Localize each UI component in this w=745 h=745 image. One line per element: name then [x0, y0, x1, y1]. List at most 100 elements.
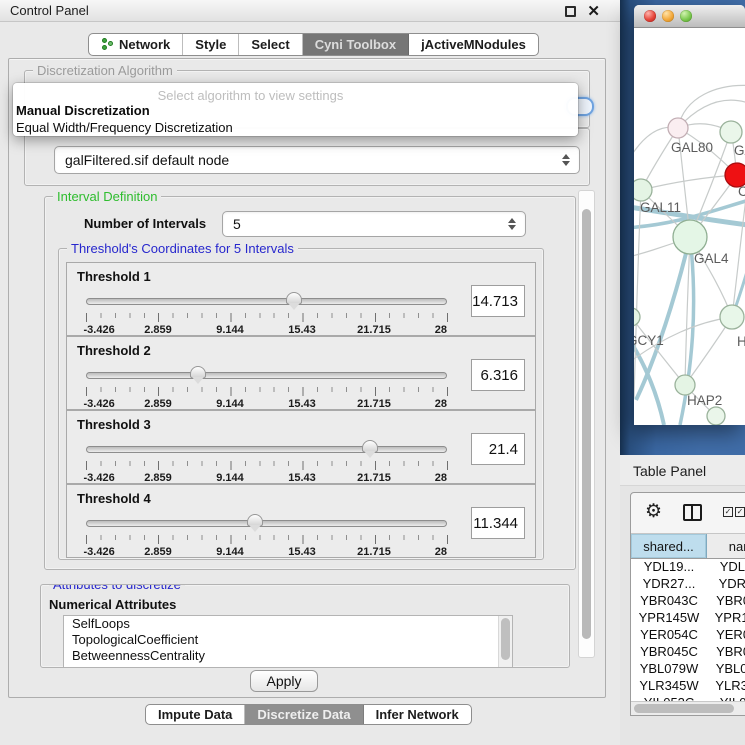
threshold-value-field[interactable]: [471, 359, 525, 391]
slider-ticks: [86, 387, 448, 396]
table-row[interactable]: YBR045CYBR045C: [631, 644, 745, 661]
threshold-slider[interactable]: -3.4262.8599.14415.4321.71528: [86, 291, 447, 335]
numerical-attributes-list[interactable]: SelfLoopsTopologicalCoefficientBetweenne…: [63, 615, 513, 668]
tab-infer-network[interactable]: Infer Network: [364, 705, 471, 724]
tick-label: 15.43: [288, 472, 316, 484]
tab-impute-data[interactable]: Impute Data: [146, 705, 245, 724]
table-header-row: shared...name: [631, 533, 745, 559]
table-cell: YDL19...: [707, 559, 745, 576]
attribute-list-item[interactable]: TopologicalCoefficient: [64, 632, 512, 648]
apply-button[interactable]: Apply: [250, 670, 318, 692]
dropdown-option[interactable]: Equal Width/Frequency Discretization: [16, 120, 233, 135]
table-rows: YDL19...YDL19...YDR27...YDR27...YBR043CY…: [631, 559, 745, 702]
threshold-panel: Threshold 3-3.4262.8599.14415.4321.71528: [66, 410, 536, 484]
attributes-list-scrollbar-thumb[interactable]: [501, 618, 510, 660]
threshold-value-field[interactable]: [471, 507, 525, 539]
attributes-list-scrollbar[interactable]: [498, 616, 512, 668]
table-row[interactable]: YDL19...YDL19...: [631, 559, 745, 576]
algorithm-dropdown-popup: Select algorithm to view settings Manual…: [13, 83, 578, 136]
slider-ticks: [86, 535, 448, 544]
network-node[interactable]: [634, 179, 652, 201]
split-columns-icon[interactable]: [683, 504, 702, 521]
combo-stepper-icon: [562, 154, 571, 166]
table-row[interactable]: YBR043CYBR043C: [631, 593, 745, 610]
network-edge[interactable]: [634, 190, 641, 398]
threshold-slider[interactable]: -3.4262.8599.14415.4321.71528: [86, 513, 447, 557]
tab-label: Style: [195, 37, 226, 52]
tick-label: 2.859: [144, 324, 172, 336]
threshold-value-field[interactable]: [471, 285, 525, 317]
network-node[interactable]: [634, 308, 640, 326]
tab-network[interactable]: Network: [89, 34, 183, 55]
tab-select[interactable]: Select: [239, 34, 302, 55]
table-cell: YER054C: [707, 627, 745, 644]
attribute-list-item[interactable]: SelfLoops: [64, 616, 512, 632]
dropdown-option[interactable]: Manual Discretization: [16, 103, 150, 118]
window-minimize-icon[interactable]: [662, 10, 674, 22]
network-window-titlebar: [634, 5, 745, 28]
table-cell: YDR27...: [707, 576, 745, 593]
slider-track[interactable]: [86, 298, 447, 305]
slider-thumb[interactable]: [247, 514, 263, 526]
network-node[interactable]: [675, 375, 695, 395]
close-icon[interactable]: ✕: [587, 2, 600, 20]
settings-scrollbar[interactable]: [578, 190, 595, 658]
network-node[interactable]: [673, 220, 707, 254]
gear-icon[interactable]: ⚙: [645, 500, 662, 523]
tab-jactivemnodules[interactable]: jActiveMNodules: [409, 34, 538, 55]
network-edge[interactable]: [634, 317, 685, 385]
tick-label: 2.859: [144, 398, 172, 410]
network-node[interactable]: [668, 118, 688, 138]
table-cell: YER054C: [631, 627, 707, 644]
tab-cyni-toolbox[interactable]: Cyni Toolbox: [303, 34, 409, 55]
number-of-intervals-combobox[interactable]: 5: [222, 211, 526, 237]
network-node[interactable]: [720, 305, 744, 329]
settings-scrollbar-thumb[interactable]: [582, 209, 591, 639]
table-row[interactable]: YLR345WYLR345W: [631, 678, 745, 695]
tab-style[interactable]: Style: [183, 34, 239, 55]
tick-label: 28: [435, 546, 447, 558]
tick-label: 9.144: [216, 546, 244, 558]
column-header-shared[interactable]: shared...: [631, 534, 707, 558]
threshold-value-field[interactable]: [471, 433, 525, 465]
table-data-combobox[interactable]: galFiltered.sif default node: [54, 146, 580, 174]
slider-track[interactable]: [86, 372, 447, 379]
slider-tick-labels: -3.4262.8599.14415.4321.71528: [86, 398, 447, 410]
window-zoom-icon[interactable]: [680, 10, 692, 22]
attribute-list-item[interactable]: BetweennessCentrality: [64, 648, 512, 664]
table-row[interactable]: YPR145WYPR145W: [631, 610, 745, 627]
numerical-attributes-heading: Numerical Attributes: [49, 597, 176, 612]
tick-label: -3.426: [84, 324, 115, 336]
attributes-group: Attributes to discretize Numerical Attri…: [40, 584, 570, 668]
slider-track[interactable]: [86, 446, 447, 453]
discretization-algorithm-group-title: Discretization Algorithm: [33, 63, 177, 78]
tab-label: Cyni Toolbox: [315, 37, 396, 52]
node-label: H: [737, 334, 745, 349]
threshold-slider[interactable]: -3.4262.8599.14415.4321.71528: [86, 439, 447, 483]
network-view-window: GAL80GACGAL11GAL4GCY1HHAP2: [634, 5, 745, 425]
node-label: C: [738, 184, 745, 199]
interval-definition-title: Interval Definition: [53, 189, 161, 204]
network-node[interactable]: [707, 407, 725, 425]
slider-thumb[interactable]: [190, 366, 206, 378]
table-horizontal-scrollbar[interactable]: [631, 701, 745, 715]
table-row[interactable]: YER054CYER054C: [631, 627, 745, 644]
slider-tick-labels: -3.4262.8599.14415.4321.71528: [86, 472, 447, 484]
table-row[interactable]: YDR27...YDR27...: [631, 576, 745, 593]
table-cell: YLR345W: [631, 678, 707, 695]
slider-thumb[interactable]: [362, 440, 378, 452]
network-graph[interactable]: GAL80GACGAL11GAL4GCY1HHAP2: [634, 28, 745, 425]
table-row[interactable]: YBL079WYBL079W: [631, 661, 745, 678]
threshold-slider[interactable]: -3.4262.8599.14415.4321.71528: [86, 365, 447, 409]
slider-thumb[interactable]: [286, 292, 302, 304]
column-header-name[interactable]: name: [707, 534, 745, 558]
slider-track[interactable]: [86, 520, 447, 527]
tab-discretize-data[interactable]: Discretize Data: [245, 705, 363, 724]
table-scrollbar-thumb[interactable]: [634, 704, 734, 713]
float-window-icon[interactable]: [565, 6, 576, 17]
tick-label: 21.715: [357, 324, 391, 336]
network-node[interactable]: [720, 121, 742, 143]
network-edge[interactable]: [641, 175, 737, 190]
window-close-icon[interactable]: [644, 10, 656, 22]
select-columns-icon[interactable]: ✓✓: [723, 507, 745, 517]
